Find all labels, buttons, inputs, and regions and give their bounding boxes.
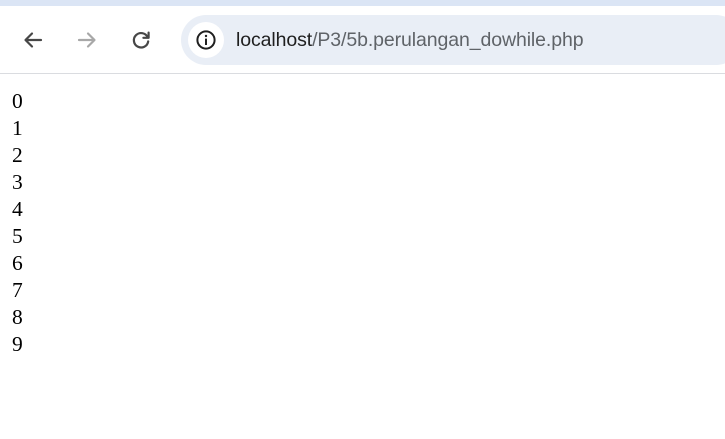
- output-line: 1: [12, 116, 23, 140]
- output-line: 8: [12, 305, 23, 329]
- output-line: 7: [12, 278, 23, 302]
- output-line: 3: [12, 170, 23, 194]
- output-line: 2: [12, 143, 23, 167]
- address-bar[interactable]: localhost/P3/5b.perulangan_dowhile.php: [181, 15, 725, 65]
- forward-button[interactable]: [67, 20, 107, 60]
- site-info-button[interactable]: [188, 22, 224, 58]
- back-button[interactable]: [13, 20, 53, 60]
- output-line: 9: [12, 332, 23, 356]
- page-content: 0 1 2 3 4 5 6 7 8 9: [12, 88, 23, 358]
- output-line: 6: [12, 251, 23, 275]
- output-line: 4: [12, 197, 23, 221]
- arrow-left-icon: [24, 32, 43, 48]
- output-line: 5: [12, 224, 23, 248]
- info-icon: [196, 30, 216, 50]
- arrow-right-icon: [77, 32, 96, 48]
- reload-icon: [132, 31, 150, 49]
- url-host: localhost: [236, 28, 313, 51]
- reload-button[interactable]: [121, 20, 161, 60]
- browser-toolbar: localhost/P3/5b.perulangan_dowhile.php: [0, 6, 725, 74]
- output-line: 0: [12, 89, 23, 113]
- url-text[interactable]: localhost/P3/5b.perulangan_dowhile.php: [236, 28, 584, 52]
- url-path: /P3/5b.perulangan_dowhile.php: [312, 28, 584, 51]
